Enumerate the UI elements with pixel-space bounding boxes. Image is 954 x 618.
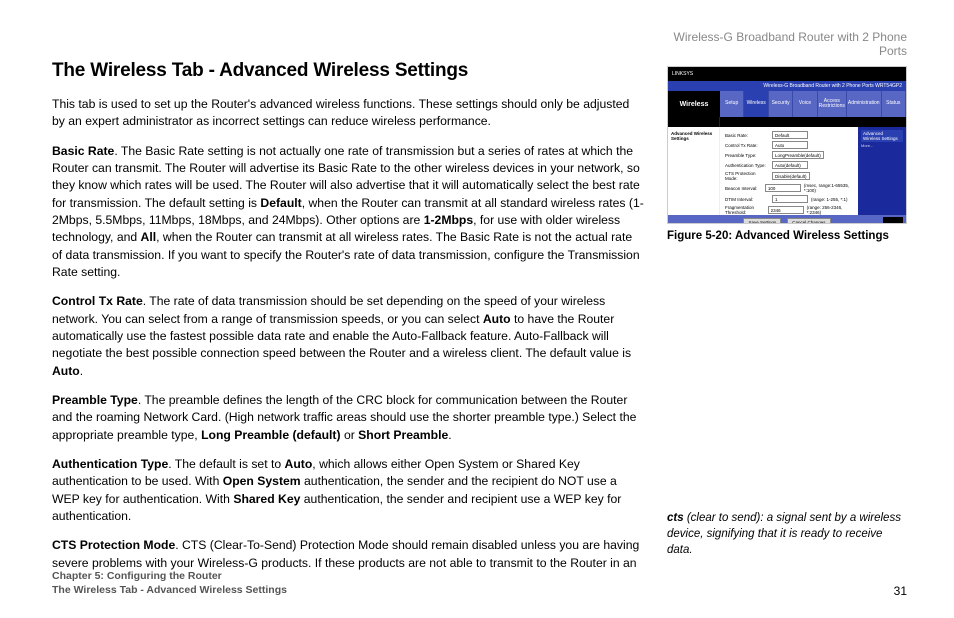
router-tab-admin: Administration	[847, 91, 882, 117]
text-span: or	[341, 428, 359, 442]
page-title: The Wireless Tab - Advanced Wireless Set…	[52, 60, 645, 82]
router-help-more: More...	[861, 144, 903, 149]
router-row-value: Auto	[772, 141, 808, 149]
bold-long-preamble: Long Preamble (default)	[201, 428, 341, 442]
text-span: .	[448, 428, 451, 442]
text-span: .	[80, 364, 83, 378]
auth-label: Authentication Type	[52, 457, 168, 471]
basic-rate-paragraph: Basic Rate. The Basic Rate setting is no…	[52, 143, 645, 282]
preamble-label: Preamble Type	[52, 393, 138, 407]
cisco-logo-icon	[883, 217, 903, 224]
router-row-value: Disable(default)	[772, 172, 810, 180]
bold-open-system: Open System	[223, 474, 301, 488]
router-tab-security: Security	[769, 91, 793, 117]
footer-chapter: Chapter 5: Configuring the Router	[52, 569, 287, 584]
cts-paragraph: CTS Protection Mode. CTS (Clear-To-Send)…	[52, 537, 645, 572]
router-row-value: 2346	[768, 206, 804, 214]
router-row-label: Basic Rate:	[725, 133, 769, 138]
figure-screenshot: LINKSYS Wireless-G Broadband Router with…	[667, 66, 907, 242]
router-tab-access: Access Restrictions	[818, 91, 847, 117]
cts-label: CTS Protection Mode	[52, 538, 175, 552]
router-row-label: Fragmentation Threshold:	[725, 205, 765, 215]
router-cancel-button: Cancel Changes	[787, 218, 830, 224]
router-tab-voice: Voice	[793, 91, 817, 117]
bold-shared-key: Shared Key	[233, 492, 300, 506]
control-tx-label: Control Tx Rate	[52, 294, 143, 308]
basic-rate-label: Basic Rate	[52, 144, 114, 158]
text-span: . The default is set to	[168, 457, 284, 471]
router-row-label: Preamble Type:	[725, 153, 769, 158]
footer-left: Chapter 5: Configuring the Router The Wi…	[52, 569, 287, 598]
page-number: 31	[894, 584, 907, 598]
glossary-definition: (clear to send): a signal sent by a wire…	[667, 512, 901, 556]
control-tx-paragraph: Control Tx Rate. The rate of data transm…	[52, 293, 645, 380]
bold-auto: Auto	[285, 457, 313, 471]
router-row-label: Authentication Type:	[725, 163, 769, 168]
glossary-term: cts	[667, 512, 684, 524]
bold-auto: Auto	[52, 364, 80, 378]
router-row-value: 1	[772, 195, 808, 203]
router-row-label: DTIM Interval:	[725, 197, 769, 202]
router-left-label: Advanced Wireless Settings	[671, 131, 716, 141]
router-tab-setup: Setup	[720, 91, 744, 117]
router-row-value: 100	[765, 184, 801, 192]
router-row-label: CTS Protection Mode:	[725, 171, 769, 181]
router-row-label: Control Tx Rate:	[725, 143, 769, 148]
bold-auto: Auto	[483, 312, 511, 326]
bold-1-2mbps: 1-2Mbps	[424, 213, 473, 227]
bold-default: Default	[260, 196, 301, 210]
router-brand: LINKSYS	[668, 67, 906, 81]
bold-all: All	[141, 230, 157, 244]
router-row-extra: (msec, range:1-65535, *:100)	[804, 183, 853, 193]
footer-section: The Wireless Tab - Advanced Wireless Set…	[52, 583, 287, 598]
auth-paragraph: Authentication Type. The default is set …	[52, 456, 645, 525]
product-header: Wireless-G Broadband Router with 2 Phone…	[667, 30, 907, 58]
router-help-title: Advanced Wireless Settings	[861, 130, 903, 142]
figure-caption: Figure 5-20: Advanced Wireless Settings	[667, 230, 907, 242]
router-row-label: Beacon Interval:	[725, 186, 762, 191]
router-topbar: Wireless-G Broadband Router with 2 Phone…	[668, 81, 906, 91]
router-section: Wireless	[668, 91, 720, 117]
router-tab-wireless: Wireless	[744, 91, 768, 117]
preamble-paragraph: Preamble Type. The preamble defines the …	[52, 392, 645, 444]
bold-short-preamble: Short Preamble	[358, 428, 448, 442]
router-row-value: Auto(default)	[772, 161, 808, 169]
router-tab-status: Status	[882, 91, 906, 117]
router-row-extra: (range: 256-2346, *:2346)	[807, 205, 853, 215]
intro-paragraph: This tab is used to set up the Router's …	[52, 96, 645, 131]
router-row-value: Default	[772, 131, 808, 139]
router-row-extra: (range: 1-255, *:1)	[811, 197, 848, 202]
router-row-value: LongPreamble(default)	[772, 151, 824, 159]
router-save-button: Save Settings	[743, 218, 781, 224]
